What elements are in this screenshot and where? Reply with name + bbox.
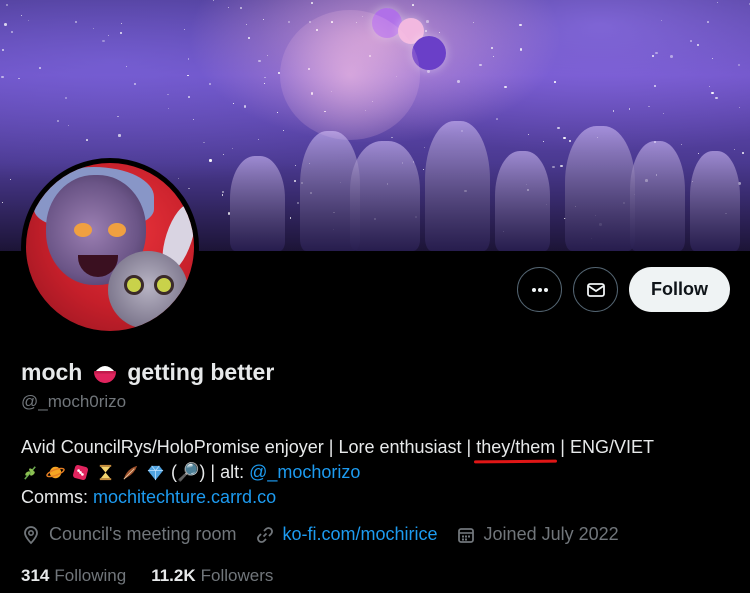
envelope-icon	[586, 282, 605, 297]
herb-icon	[24, 466, 36, 480]
join-date-text: Joined July 2022	[483, 524, 619, 544]
dice-icon	[72, 464, 89, 481]
profile-actions: Follow	[517, 267, 730, 312]
location-text: Council's meeting room	[49, 524, 237, 544]
link-icon	[256, 526, 273, 543]
avatar[interactable]	[21, 158, 199, 336]
comms-link[interactable]: mochitechture.carrd.co	[93, 485, 276, 510]
following-link[interactable]: 314 Following	[21, 566, 126, 586]
bio-line-3: Comms: mochitechture.carrd.co	[21, 485, 736, 510]
followers-label: Followers	[200, 566, 274, 585]
display-name: moch getting better	[21, 357, 274, 387]
website: ko-fi.com/mochirice	[255, 524, 438, 545]
website-link[interactable]: ko-fi.com/mochirice	[283, 524, 438, 545]
profile-meta: Council's meeting room ko-fi.com/mochiri…	[21, 524, 637, 545]
bio-text-languages: | ENG/VIET	[555, 437, 654, 457]
bio-line-2: (🔎) | alt: @_mochorizo	[21, 460, 736, 485]
follow-button[interactable]: Follow	[629, 267, 730, 312]
following-label: Following	[54, 566, 127, 585]
more-options-button[interactable]	[517, 267, 562, 312]
followers-count: 11.2K	[151, 566, 196, 585]
bio: Avid CouncilRys/HoloPromise enjoyer | Lo…	[21, 435, 736, 510]
handle: @_moch0rizo	[21, 392, 127, 411]
feather-icon	[123, 465, 138, 480]
location: Council's meeting room	[21, 524, 237, 545]
join-date: Joined July 2022	[456, 524, 619, 545]
following-count: 314	[21, 566, 50, 585]
pronouns: they/them	[476, 435, 555, 460]
location-pin-icon	[24, 525, 38, 544]
bio-alt-text: (🔎) | alt:	[171, 462, 250, 482]
followers-link[interactable]: 11.2K Followers	[151, 566, 273, 586]
more-options-icon	[531, 287, 548, 292]
display-name-text: moch	[21, 358, 83, 385]
display-name-suffix: getting better	[127, 358, 275, 385]
follow-stats: 314 Following 11.2K Followers	[21, 566, 273, 586]
alt-account-link[interactable]: @_mochorizo	[249, 460, 360, 485]
hourglass-icon	[99, 464, 112, 481]
rice-bowl-icon	[94, 366, 117, 383]
bio-line-1: Avid CouncilRys/HoloPromise enjoyer | Lo…	[21, 435, 736, 460]
message-button[interactable]	[573, 267, 618, 312]
bio-text: Avid CouncilRys/HoloPromise enjoyer | Lo…	[21, 437, 477, 457]
ringed-planet-icon	[46, 466, 65, 479]
comms-label: Comms:	[21, 487, 93, 507]
calendar-icon	[457, 527, 474, 543]
gem-icon	[147, 465, 164, 481]
